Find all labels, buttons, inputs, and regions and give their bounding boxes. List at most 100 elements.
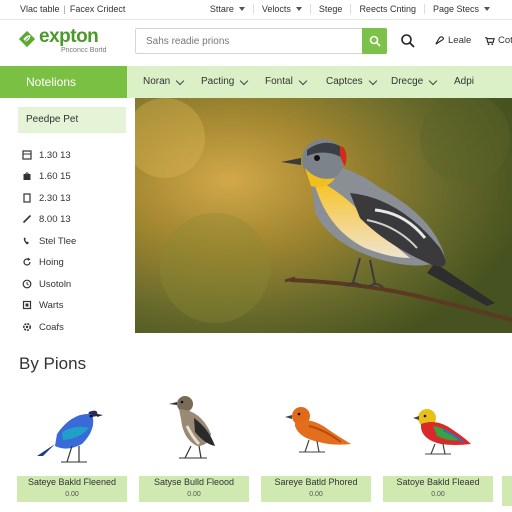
nav-item-drecge[interactable]: Drecge — [391, 66, 438, 98]
top-link-velocts[interactable]: Velocts — [252, 4, 310, 14]
sidebar-item-6[interactable]: Hoing — [22, 255, 64, 269]
pencil-icon — [22, 214, 32, 224]
nav-label: Adpi — [454, 76, 475, 87]
nav-item-captces[interactable]: Captces — [326, 66, 377, 98]
sidebar-item-4[interactable]: 8.00 13 — [22, 212, 71, 226]
sidebar-item-label: Stel Tlee — [39, 235, 77, 247]
logo-text: expton Pnconcc Bortd — [39, 26, 107, 54]
nav-item-adpi[interactable]: Adpi — [454, 66, 474, 98]
search-icon[interactable] — [400, 33, 416, 49]
hero-banner[interactable] — [135, 98, 512, 333]
top-left-links: Vlac table | Facex Cridect — [20, 4, 125, 14]
nav-item-fontal[interactable]: Fontal — [265, 66, 308, 98]
leaf-logo-icon — [18, 30, 36, 48]
sidebar-item-label: 1.60 15 — [39, 170, 71, 182]
top-link-label: Velocts — [261, 4, 291, 14]
doc-icon — [23, 193, 31, 203]
card-sub: 0.00 — [261, 489, 371, 502]
section-title: By Pions — [19, 354, 87, 373]
nav-label: Noran — [143, 76, 171, 87]
grid-icon — [22, 150, 32, 160]
card-label: Sateye Bakld Fleened — [17, 476, 127, 489]
top-link-b[interactable]: Facex Cridect — [70, 4, 126, 14]
sidebar-item-label: 2.30 13 — [39, 192, 71, 204]
card-label: Satoye Bakld Fleaed — [383, 476, 493, 489]
separator: | — [63, 4, 66, 14]
product-card-3[interactable]: Sareye Batld Phored 0.00 — [261, 384, 371, 506]
search-icon — [369, 35, 381, 47]
nav-item-pacting[interactable]: Pacting — [201, 66, 249, 98]
nav-item-noran[interactable]: Noran — [143, 66, 185, 98]
logo-tagline: Pnconcc Bortd — [61, 47, 107, 54]
search-button[interactable] — [362, 28, 387, 54]
card-sub: 0.00 — [383, 489, 493, 502]
top-utility-bar: Vlac table | Facex Cridect Sttare Velocts … — [0, 0, 512, 20]
box-icon — [22, 300, 32, 310]
card-sub: 0.00 — [17, 489, 127, 502]
nav-label: Fontal — [265, 76, 293, 87]
hero-bird-photo — [135, 98, 512, 333]
sidebar-item-7[interactable]: Usotoln — [22, 277, 71, 291]
category-sidebar: Peedpe Pet 1.30 13 1.60 15 2.30 13 8.00 … — [0, 98, 134, 334]
top-link-reects[interactable]: Reects Cnting — [350, 4, 424, 14]
product-card-1[interactable]: Sateye Bakld Fleened 0.00 — [17, 384, 127, 506]
sidebar-item-label: Warts — [39, 299, 64, 311]
cart-link[interactable]: Cotn — [484, 35, 512, 46]
sidebar-heading: Peedpe Pet — [18, 107, 126, 133]
search-input[interactable] — [136, 29, 356, 53]
chevron-down-icon — [429, 76, 438, 85]
card-label: Sareye Batld Phored — [261, 476, 371, 489]
orange-bird-image — [285, 407, 351, 453]
sidebar-item-1[interactable]: 1.30 13 — [22, 148, 71, 162]
chevron-down-icon — [298, 76, 308, 85]
nav-label: Drecge — [391, 76, 424, 87]
blue-bird-image — [37, 410, 103, 463]
main-nav: Notelions Noran Pacting Fontal Captces D… — [0, 66, 512, 98]
site-header: expton Pnconcc Bortd Leale Cotn — [0, 20, 512, 64]
product-card-partial[interactable] — [502, 476, 512, 506]
chevron-down-icon — [240, 76, 249, 85]
product-card-4[interactable]: Satoye Bakld Fleaed 0.00 — [383, 384, 493, 506]
card-sub: 0.00 — [139, 489, 249, 502]
sidebar-item-label: Usotoln — [39, 278, 72, 290]
top-link-label: Page Stecs — [432, 4, 479, 14]
sidebar-item-label: Hoing — [39, 256, 64, 268]
caret-down-icon — [238, 7, 245, 11]
top-link-pages[interactable]: Page Stecs — [423, 4, 498, 14]
gear-icon — [22, 322, 32, 332]
search-bar — [135, 28, 387, 54]
chevron-down-icon — [176, 76, 185, 85]
gray-bird-image — [169, 396, 215, 459]
rainbow-bird-image — [413, 409, 471, 455]
logo-name: expton — [39, 26, 99, 47]
sidebar-item-2[interactable]: 1.60 15 — [22, 169, 71, 183]
top-link-stege[interactable]: Stege — [309, 4, 351, 14]
refresh-icon — [23, 257, 31, 266]
sidebar-item-3[interactable]: 2.30 13 — [22, 191, 71, 205]
logo[interactable]: expton Pnconcc Bortd — [18, 26, 107, 54]
caret-down-icon — [295, 7, 302, 11]
sidebar-item-label: Coafs — [39, 321, 64, 333]
nav-label: Pacting — [201, 76, 235, 87]
sidebar-item-label: 8.00 13 — [39, 213, 71, 225]
top-link-label: Sttare — [209, 4, 234, 14]
sidebar-item-9[interactable]: Coafs — [22, 320, 64, 334]
nav-label: Captces — [326, 76, 363, 87]
cart-label: Cotn — [498, 35, 512, 46]
sidebar-item-label: 1.30 13 — [39, 149, 71, 161]
login-link[interactable]: Leale — [434, 35, 471, 46]
sidebar-item-5[interactable]: Stel Tlee — [22, 234, 76, 248]
nav-item-active[interactable]: Notelions — [0, 66, 127, 98]
product-card-2[interactable]: Satyse Bulld Fleood 0.00 — [139, 384, 249, 506]
top-link-label: Stege — [318, 4, 343, 14]
top-link-a[interactable]: Vlac table — [20, 4, 60, 14]
chevron-down-icon — [368, 76, 377, 85]
bag-icon — [23, 172, 31, 180]
sidebar-item-8[interactable]: Warts — [22, 298, 63, 312]
cart-icon — [484, 37, 495, 46]
clock-icon — [22, 279, 32, 289]
top-link-label: Reects Cnting — [359, 4, 416, 14]
login-label: Leale — [448, 35, 472, 46]
top-link-store[interactable]: Sttare — [202, 4, 253, 14]
user-icon — [435, 36, 444, 45]
